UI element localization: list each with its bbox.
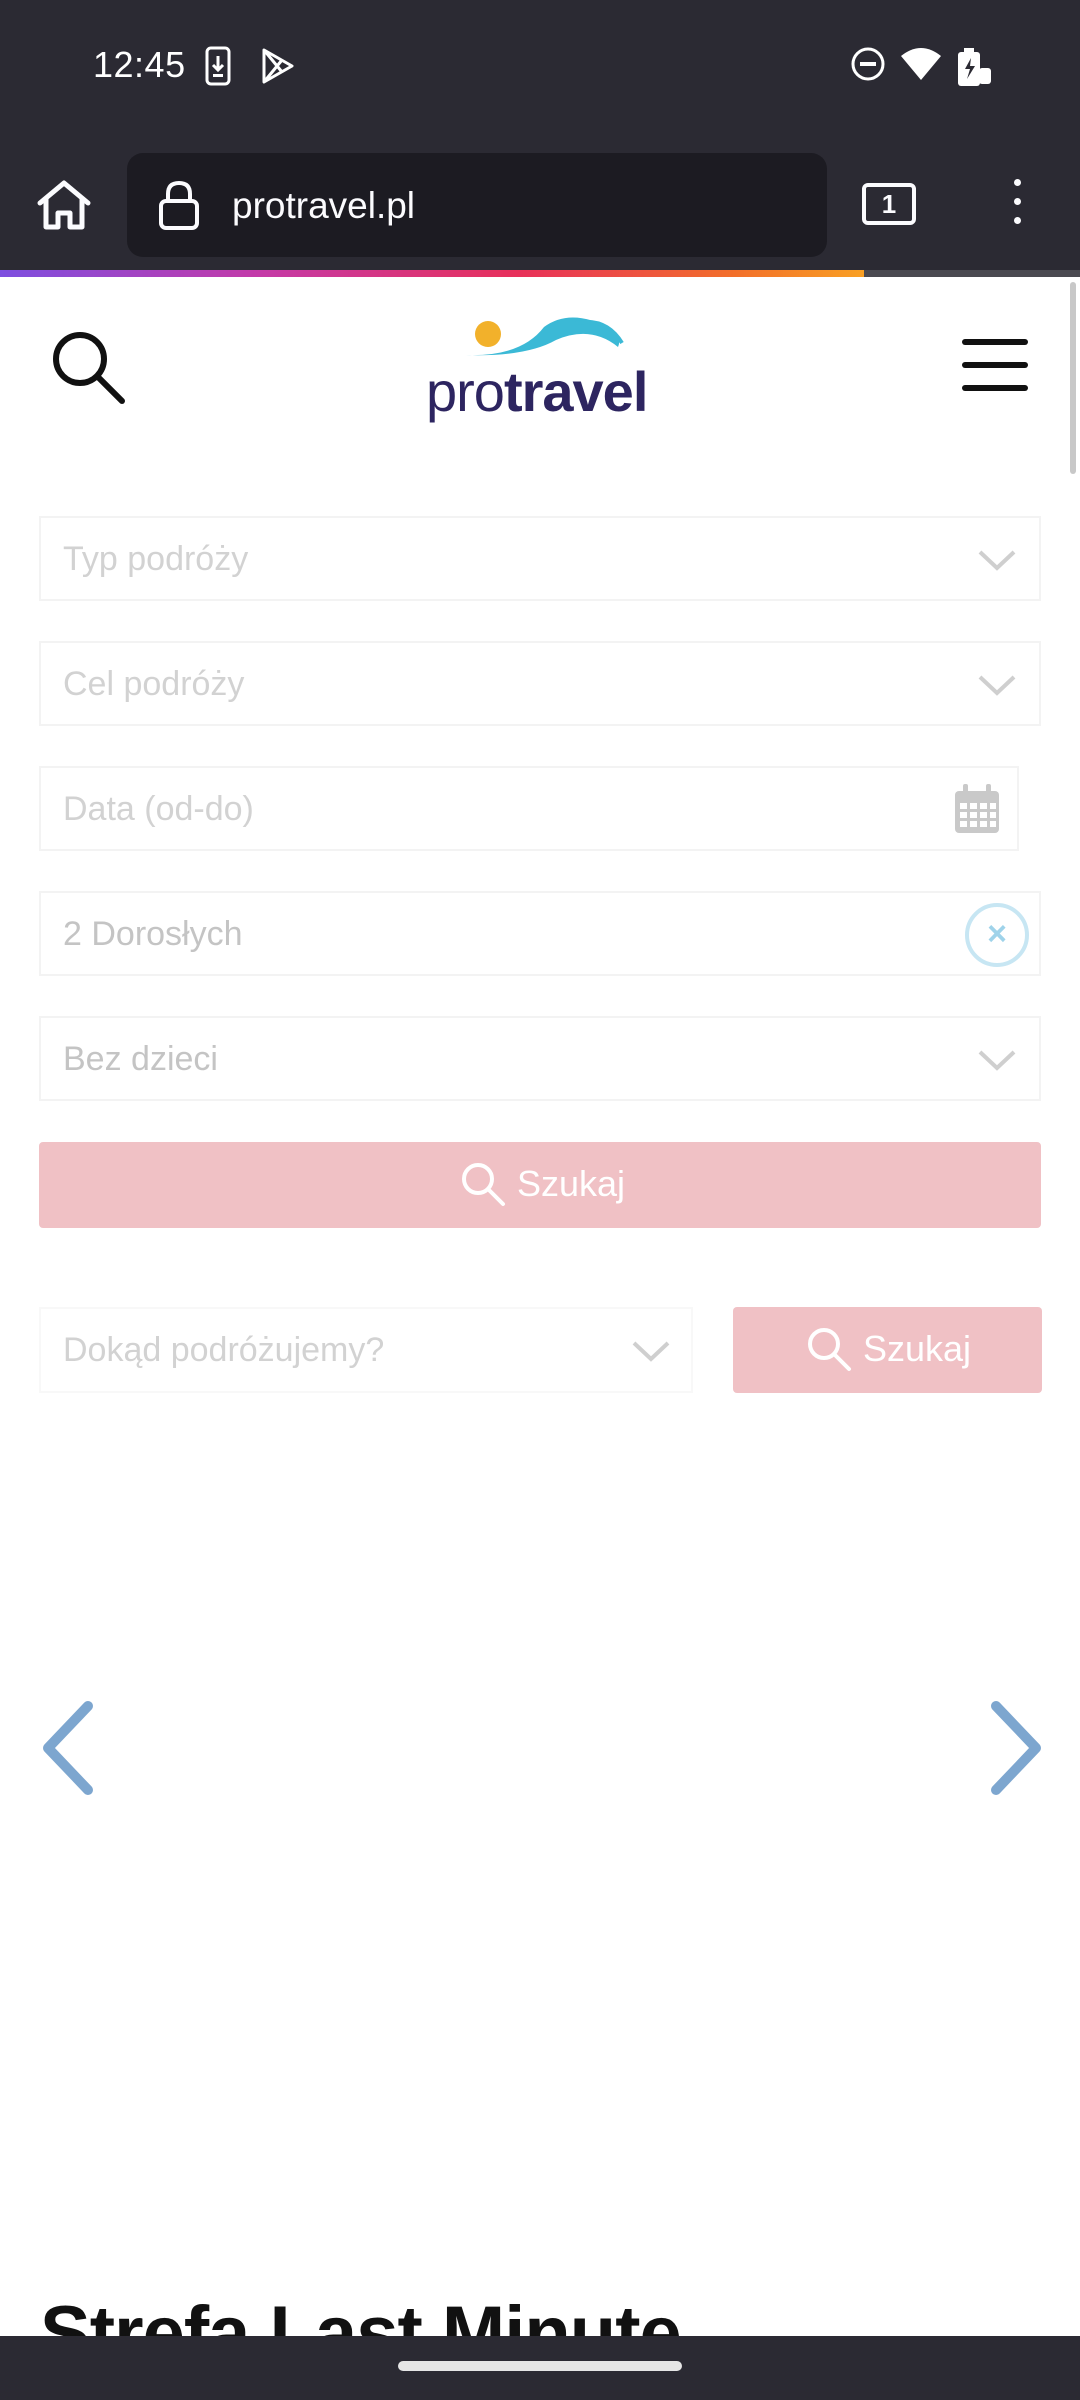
quick-destination-select[interactable]: Dokąd podróżujemy?	[39, 1307, 693, 1393]
destination-select[interactable]: Cel podróży	[39, 641, 1041, 726]
logo-wave-icon	[466, 317, 624, 356]
chevron-down-icon	[978, 675, 1016, 696]
clear-icon[interactable]: ×	[965, 903, 1029, 967]
search-icon	[808, 1328, 851, 1371]
do-not-disturb-icon	[851, 47, 885, 81]
page-load-progress	[0, 270, 1080, 277]
trip-type-placeholder: Typ podróży	[63, 540, 249, 578]
chevron-down-icon	[978, 550, 1016, 571]
tabs-counter-button[interactable]: 1	[862, 183, 916, 225]
search-icon[interactable]	[48, 327, 128, 407]
chevron-down-icon	[978, 1050, 1016, 1071]
search-icon	[462, 1163, 505, 1206]
quick-search-button-label: Szukaj	[863, 1328, 972, 1369]
destination-placeholder: Cel podróży	[63, 665, 245, 703]
hamburger-menu-icon[interactable]	[962, 339, 1028, 391]
quick-destination-placeholder: Dokąd podróżujemy?	[63, 1331, 385, 1369]
search-button[interactable]: Szukaj	[39, 1142, 1041, 1228]
carousel-next-arrow-icon[interactable]	[988, 1700, 1044, 1796]
site-header: protravel	[0, 277, 1068, 437]
page-scrollbar[interactable]	[1070, 282, 1076, 474]
calendar-icon[interactable]	[953, 783, 1001, 835]
trip-type-select[interactable]: Typ podróży	[39, 516, 1041, 601]
system-navigation-bar	[0, 2336, 1080, 2400]
wifi-icon	[901, 48, 941, 80]
play-store-icon	[262, 48, 294, 84]
browser-menu-icon[interactable]	[1005, 179, 1029, 233]
search-button-label: Szukaj	[517, 1163, 626, 1204]
home-gesture-handle[interactable]	[398, 2361, 682, 2371]
date-range-placeholder: Data (od-do)	[63, 790, 254, 828]
adults-value: 2 Dorosłych	[63, 915, 243, 953]
status-time: 12:45	[93, 44, 186, 85]
logo-text-light: pro	[426, 360, 505, 423]
children-value: Bez dzieci	[63, 1040, 218, 1078]
date-range-input[interactable]: Data (od-do)	[39, 766, 1019, 851]
quick-search-button[interactable]: Szukaj	[733, 1307, 1042, 1393]
download-icon	[205, 46, 231, 86]
browser-toolbar: protravel.pl 1	[0, 135, 1080, 270]
adults-field[interactable]: 2 Dorosłych ×	[39, 891, 1041, 976]
carousel-prev-arrow-icon[interactable]	[40, 1700, 96, 1796]
children-select[interactable]: Bez dzieci	[39, 1016, 1041, 1101]
battery-charging-icon	[958, 48, 991, 86]
logo-text-bold: travel	[503, 360, 648, 423]
lock-icon	[159, 180, 199, 230]
chevron-down-icon	[632, 1341, 670, 1362]
page-load-progress-fill	[0, 270, 864, 277]
url-text: protravel.pl	[232, 185, 416, 226]
url-bar[interactable]: protravel.pl	[127, 153, 827, 257]
logo-text: protravel	[426, 359, 648, 424]
status-bar: 12:45	[0, 0, 1080, 135]
home-icon[interactable]	[34, 175, 94, 235]
protravel-logo[interactable]: protravel	[426, 307, 656, 424]
